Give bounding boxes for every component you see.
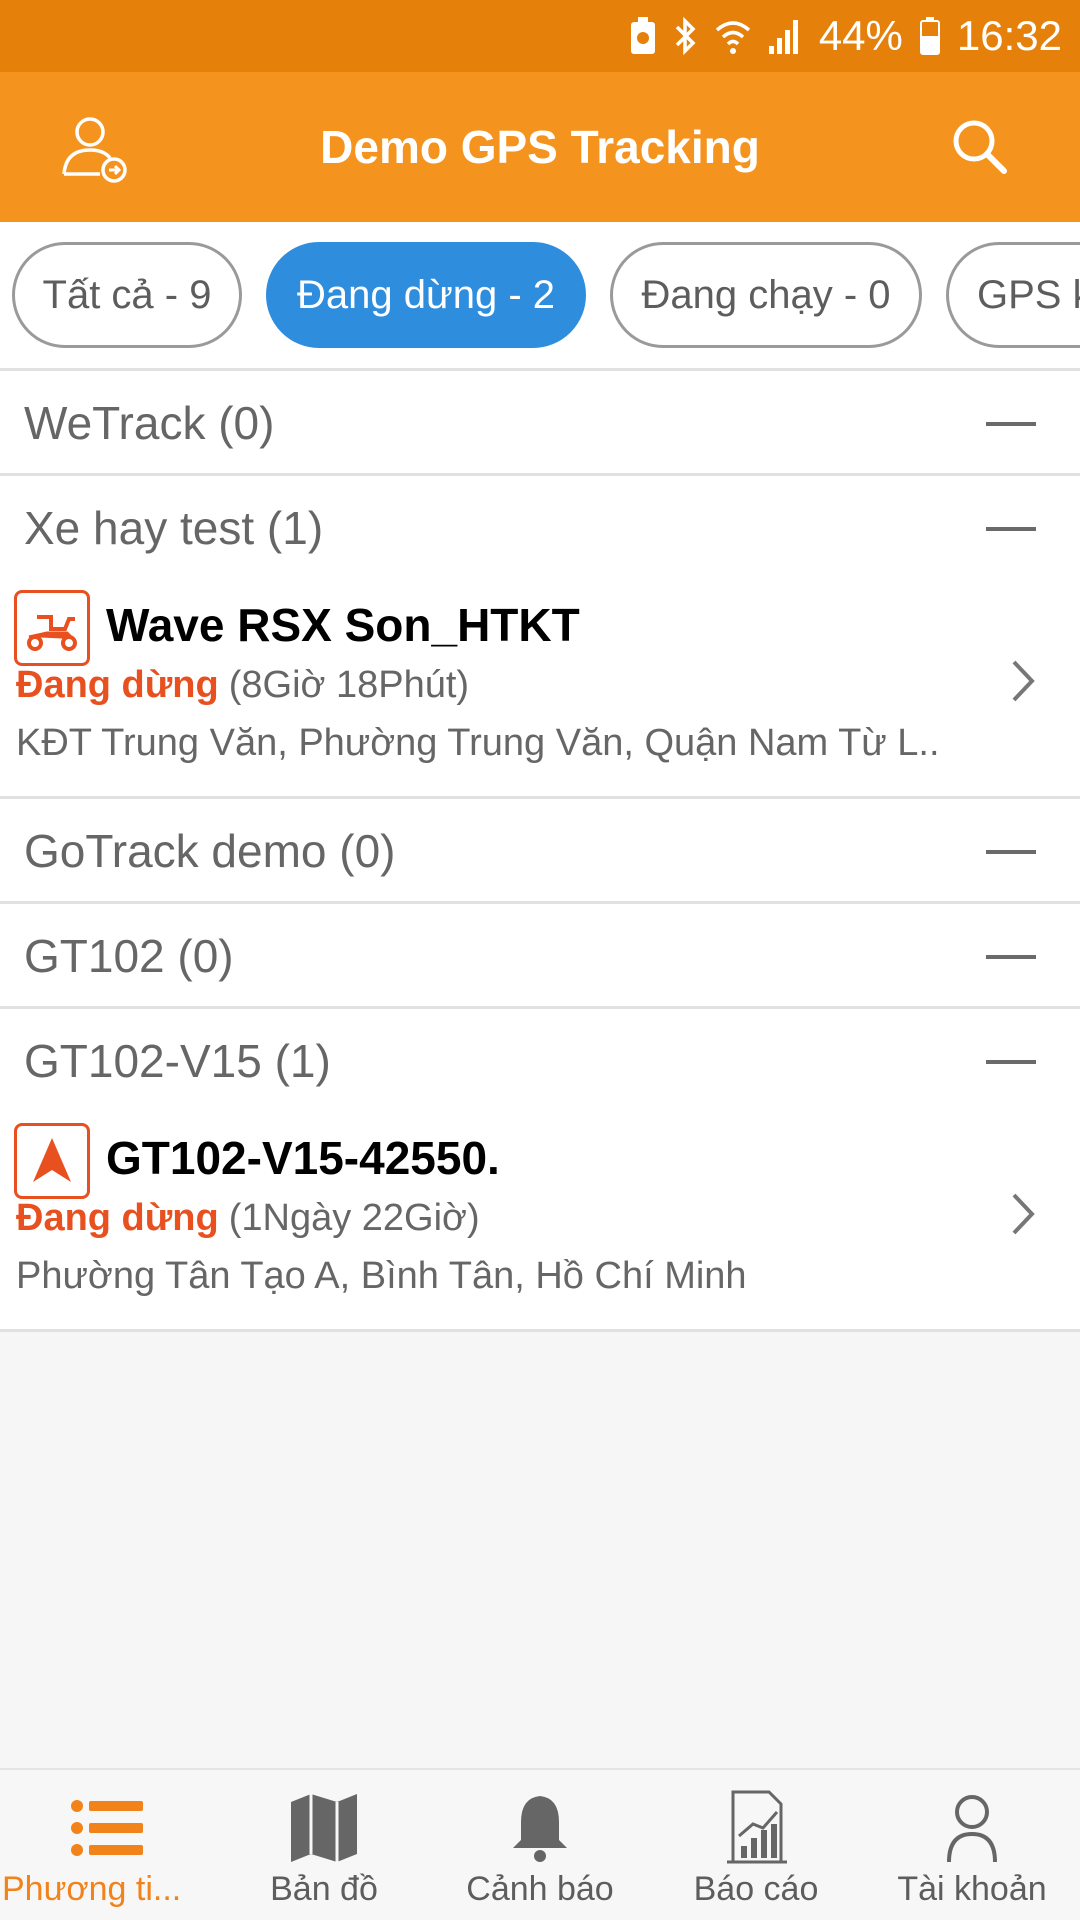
account-icon bbox=[947, 1795, 997, 1863]
nav-label: Bản đồ bbox=[270, 1870, 378, 1908]
group-header-gt102[interactable]: GT102 (0) bbox=[0, 901, 1080, 1006]
search-icon bbox=[953, 120, 1007, 174]
vehicle-state: Đang dừng bbox=[16, 1197, 219, 1239]
nav-vehicles[interactable]: Phương ti... bbox=[0, 1770, 216, 1920]
nav-account[interactable]: Tài khoản bbox=[864, 1770, 1080, 1920]
vehicle-group-list: WeTrack (0) Xe hay test (1) Wave RSX Son… bbox=[0, 368, 1080, 1332]
filter-chip-gps[interactable]: GPS k bbox=[946, 242, 1080, 348]
vehicle-name: Wave RSX Son_HTKT bbox=[106, 599, 580, 651]
group-label: Xe hay test (1) bbox=[24, 502, 324, 554]
vehicle-status: Đang dừng (8Giờ 18Phút) bbox=[16, 664, 469, 707]
vehicle-duration: (8Giờ 18Phút) bbox=[228, 664, 470, 706]
battery-saver-icon bbox=[630, 17, 655, 54]
wifi-icon bbox=[715, 21, 750, 54]
signal-icon bbox=[768, 20, 798, 54]
collapse-icon[interactable] bbox=[986, 955, 1036, 959]
list-icon bbox=[71, 1800, 143, 1856]
nav-reports[interactable]: Báo cáo bbox=[648, 1770, 864, 1920]
nav-label: Tài khoản bbox=[897, 1870, 1047, 1908]
nav-alerts[interactable]: Cảnh báo bbox=[432, 1770, 648, 1920]
status-bar: 44% 16:32 bbox=[0, 0, 1080, 72]
vehicle-item[interactable]: Wave RSX Son_HTKT Đang dừng (8Giờ 18Phút)… bbox=[0, 578, 1080, 796]
vehicle-duration: (1Ngày 22Giờ) bbox=[228, 1197, 480, 1239]
group-header-xe-hay-test[interactable]: Xe hay test (1) bbox=[0, 473, 1080, 578]
group-header-wetrack[interactable]: WeTrack (0) bbox=[0, 368, 1080, 473]
bluetooth-icon bbox=[675, 16, 696, 56]
nav-label: Phương ti... bbox=[2, 1870, 182, 1908]
filter-chip-all[interactable]: Tất cả - 9 bbox=[12, 242, 242, 348]
filter-chip-bar: Tất cả - 9 Đang dừng - 2 Đang chạy - 0 G… bbox=[0, 222, 1080, 368]
vehicle-state: Đang dừng bbox=[16, 664, 219, 706]
nav-map[interactable]: Bản đồ bbox=[216, 1770, 432, 1920]
vehicle-address: KĐT Trung Văn, Phường Trung Văn, Quận Na… bbox=[16, 722, 940, 764]
battery-percent: 44% bbox=[818, 12, 903, 59]
vehicle-status: Đang dừng (1Ngày 22Giờ) bbox=[16, 1197, 480, 1240]
map-icon bbox=[291, 1794, 357, 1862]
app-bar: Demo GPS Tracking bbox=[0, 72, 1080, 222]
collapse-icon[interactable] bbox=[986, 422, 1036, 426]
chevron-right-icon[interactable] bbox=[1002, 656, 1042, 706]
battery-icon bbox=[919, 17, 940, 55]
vehicle-address: Phường Tân Tạo A, Bình Tân, Hồ Chí Minh bbox=[16, 1255, 747, 1297]
nav-label: Cảnh báo bbox=[466, 1870, 614, 1908]
clock: 16:32 bbox=[956, 12, 1062, 59]
navigation-arrow-icon bbox=[33, 1138, 71, 1182]
scooter-icon bbox=[27, 615, 77, 651]
list-divider bbox=[0, 1329, 1080, 1332]
search-button[interactable] bbox=[950, 117, 1010, 177]
group-label: GoTrack demo (0) bbox=[24, 825, 396, 877]
filter-chip-running[interactable]: Đang chạy - 0 bbox=[610, 242, 922, 348]
vehicle-item[interactable]: GT102-V15-42550. Đang dừng (1Ngày 22Giờ) … bbox=[0, 1111, 1080, 1329]
nav-label: Báo cáo bbox=[693, 1870, 819, 1908]
page-title: Demo GPS Tracking bbox=[320, 121, 760, 173]
bell-icon bbox=[513, 1796, 567, 1862]
bottom-navigation: Phương ti... Bản đồ Cảnh báo Báo cáo Tài… bbox=[0, 1768, 1080, 1920]
report-icon bbox=[727, 1790, 787, 1864]
vehicle-type-badge bbox=[14, 590, 90, 666]
filter-chip-stopped[interactable]: Đang dừng - 2 bbox=[266, 242, 586, 348]
vehicle-type-badge bbox=[14, 1123, 90, 1199]
collapse-icon[interactable] bbox=[986, 1060, 1036, 1064]
collapse-icon[interactable] bbox=[986, 527, 1036, 531]
chevron-right-icon[interactable] bbox=[1002, 1189, 1042, 1239]
group-label: GT102 (0) bbox=[24, 930, 234, 982]
group-label: WeTrack (0) bbox=[24, 397, 275, 449]
group-header-gotrack-demo[interactable]: GoTrack demo (0) bbox=[0, 796, 1080, 901]
group-label: GT102-V15 (1) bbox=[24, 1035, 331, 1087]
vehicle-name: GT102-V15-42550. bbox=[106, 1132, 500, 1184]
group-header-gt102-v15[interactable]: GT102-V15 (1) bbox=[0, 1006, 1080, 1111]
collapse-icon[interactable] bbox=[986, 850, 1036, 854]
